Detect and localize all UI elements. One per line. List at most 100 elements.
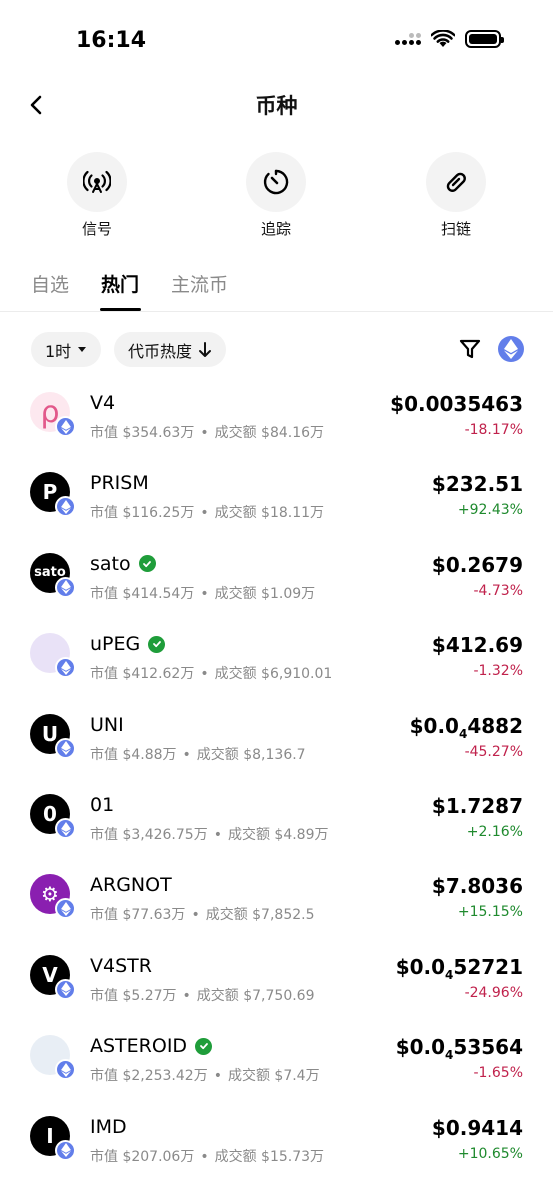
volume: 成交额 $7.4万 (227, 1068, 320, 1085)
checkmark-icon (199, 1043, 208, 1050)
market-cap: 市值 $207.06万 (90, 1148, 195, 1165)
chain-badge (55, 1059, 76, 1081)
volume: 成交额 $18.11万 (214, 505, 325, 522)
separator-dot: • (200, 425, 209, 441)
price-prefix: $0.0 (395, 1035, 446, 1060)
market-cap: 市值 $2,253.42万 (90, 1068, 208, 1085)
track-action-circle (246, 152, 306, 212)
token-meta: 市值 $77.63万 • 成交额 $7,852.5 (90, 904, 315, 924)
tab-trending[interactable]: 热门 (101, 270, 139, 297)
filter-icon[interactable] (458, 337, 482, 361)
quick-actions: 信号 追踪 扫链 (0, 152, 553, 242)
token-price: $0.2679 (431, 552, 523, 577)
token-row[interactable]: ρ V4 市值 $354.63万 • 成交额 $84.16万 $0.0035463 -18.… (0, 378, 553, 458)
token-name: V4 (90, 392, 116, 414)
volume: 成交额 $6,910.01 (214, 666, 333, 683)
price-prefix: $0.0 (409, 713, 459, 738)
ethereum-icon (60, 419, 71, 434)
token-price: $0.0452721 (396, 955, 523, 982)
status-icons (395, 30, 504, 48)
price-digits: 53564 (453, 1035, 523, 1060)
token-name-row: ASTEROID (90, 1035, 213, 1058)
token-name-row: UNI (90, 714, 124, 736)
tab-mainstream[interactable]: 主流币 (171, 270, 228, 297)
chain-badge (55, 576, 76, 598)
active-tab-indicator (100, 308, 141, 311)
token-name: PRISM (90, 472, 149, 495)
ethereum-icon (60, 580, 71, 595)
ethereum-icon (60, 821, 71, 836)
market-cap: 市值 $4.88万 (90, 746, 177, 763)
token-row[interactable]: 0 01 市值 $3,426.75万 • 成交额 $4.89万 $1.7287 +2.16% (0, 780, 553, 860)
ethereum-icon (60, 499, 71, 514)
chain-badge (55, 898, 76, 920)
token-name: UNI (90, 713, 124, 736)
track-action-button[interactable]: 追踪 (236, 152, 316, 239)
filter-bar: 1时 代币热度 (0, 332, 553, 368)
arrow-down-icon (199, 341, 212, 357)
caret-down-icon (78, 346, 87, 352)
timeframe-dropdown[interactable]: 1时 (31, 332, 102, 367)
separator-dot: • (213, 1068, 222, 1085)
token-avatar-text: V (42, 962, 58, 987)
ethereum-icon (60, 1143, 71, 1158)
token-name-row: uPEG (90, 633, 166, 655)
token-row[interactable]: uPEG 市值 $412.62万 • 成交额 $6,910.01 $412.69 -1.3… (0, 619, 553, 699)
token-meta: 市值 $207.06万 • 成交额 $15.73万 (90, 1146, 324, 1166)
checkmark-icon (152, 641, 161, 648)
token-name: ASTEROID (90, 1035, 188, 1058)
market-cap: 市值 $412.62万 (90, 666, 195, 683)
token-name: sato (90, 552, 131, 575)
ethereum-icon (504, 339, 518, 359)
volume: 成交额 $7,852.5 (205, 907, 315, 924)
verified-badge (148, 635, 166, 653)
scan-chain-action-label: 扫链 (440, 220, 471, 238)
token-meta: 市值 $412.62万 • 成交额 $6,910.01 (90, 663, 332, 683)
market-cap: 市值 $414.54万 (90, 585, 195, 602)
token-row[interactable]: ⚙ ARGNOT 市值 $77.63万 • 成交额 $7,852.5 $7.8036 +15… (0, 860, 553, 940)
market-cap: 市值 $116.25万 (90, 505, 195, 522)
nav-bar: 币种 (0, 80, 553, 130)
tab-watchlist[interactable]: 自选 (31, 270, 69, 297)
battery-icon (465, 30, 504, 48)
token-price: $412.69 (431, 633, 523, 658)
token-name: ARGNOT (90, 874, 172, 897)
token-meta: 市值 $116.25万 • 成交额 $18.11万 (90, 502, 324, 522)
market-cap: 市值 $354.63万 (90, 425, 195, 441)
price-change: +92.43% (457, 502, 523, 519)
token-meta: 市值 $2,253.42万 • 成交额 $7.4万 (90, 1065, 320, 1085)
token-name-row: PRISM (90, 472, 149, 494)
token-meta: 市值 $3,426.75万 • 成交额 $4.89万 (90, 824, 329, 844)
sort-label: 代币热度 (128, 341, 193, 361)
token-avatar-text: I (46, 1123, 54, 1148)
signal-action-button[interactable]: 信号 (57, 152, 137, 239)
volume: 成交额 $4.89万 (227, 827, 329, 843)
token-row[interactable]: P PRISM 市值 $116.25万 • 成交额 $18.11万 $232.51 +92.… (0, 458, 553, 538)
chain-badge (55, 416, 76, 437)
token-name: IMD (90, 1115, 127, 1138)
wifi-icon (431, 30, 455, 47)
scan-chain-action-button[interactable]: 扫链 (416, 152, 496, 239)
status-time: 16:14 (76, 28, 147, 53)
token-row[interactable]: U UNI 市值 $4.88万 • 成交额 $8,136.7 $0.044882 -45.2… (0, 700, 553, 780)
token-row[interactable]: ASTEROID 市值 $2,253.42万 • 成交额 $7.4万 $0.045356… (0, 1021, 553, 1101)
token-row[interactable]: I IMD 市值 $207.06万 • 成交额 $15.73万 $0.9414 +10.65… (0, 1102, 553, 1182)
volume: 成交额 $84.16万 (214, 425, 325, 441)
chain-selector-button[interactable] (498, 336, 524, 362)
price-change: -18.17% (464, 422, 523, 438)
token-price: $0.0035463 (390, 392, 523, 416)
signal-action-circle (67, 152, 127, 212)
token-name-row: sato (90, 553, 156, 575)
ethereum-icon (60, 901, 71, 916)
token-row[interactable]: V V4STR 市值 $5.27万 • 成交额 $7,750.69 $0.0452721 -… (0, 941, 553, 1021)
separator-dot: • (182, 746, 191, 763)
token-name: V4STR (90, 954, 152, 977)
token-price: $232.51 (431, 472, 523, 497)
ethereum-icon (60, 1062, 71, 1077)
sort-dropdown[interactable]: 代币热度 (114, 332, 227, 367)
volume: 成交额 $1.09万 (214, 585, 316, 602)
token-row[interactable]: sato sato 市值 $414.54万 • 成交额 $1.09万 $0.2679 -4.… (0, 539, 553, 619)
separator-dot: • (200, 585, 209, 602)
link-icon (446, 172, 466, 192)
verified-badge (138, 555, 156, 573)
